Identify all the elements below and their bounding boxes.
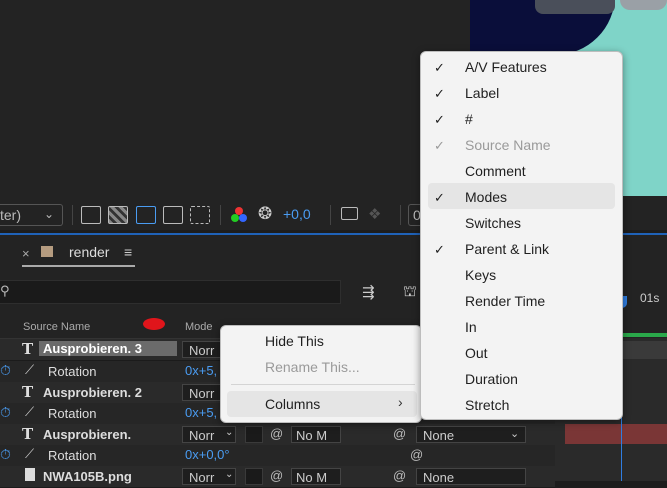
menu-item-columns-highlight — [227, 391, 417, 417]
toolbar-divider — [220, 205, 221, 225]
tab-close-button[interactable]: × — [22, 246, 30, 261]
red-annotation-mark — [143, 318, 165, 330]
comp-color-swatch — [41, 246, 53, 257]
spiral-icon: @ — [410, 447, 424, 462]
property-name: Rotation — [48, 406, 97, 421]
chevron-right-icon: › — [398, 394, 403, 410]
checkmark-icon: ✓ — [434, 242, 445, 257]
ruler-time-label: 01s — [640, 291, 660, 305]
spiral-icon: @ — [270, 426, 284, 441]
checkmark-icon: ✓ — [434, 112, 445, 127]
active-tab-underline — [22, 265, 135, 267]
submenu-item-a-v-features[interactable]: A/V Features — [465, 59, 547, 75]
checkmark-icon: ✓ — [434, 86, 445, 101]
submenu-item-number[interactable]: # — [465, 111, 473, 127]
region-of-interest-icon[interactable] — [163, 206, 183, 224]
property-name: Rotation — [48, 364, 97, 379]
preserve-transparency-checkbox[interactable] — [245, 468, 263, 485]
tab-render[interactable]: render — [69, 244, 109, 260]
submenu-item-render-time[interactable]: Render Time — [465, 293, 545, 309]
submenu-item-keys[interactable]: Keys — [465, 267, 496, 283]
rotation-value[interactable]: 0x+5, — [185, 405, 217, 420]
camera-snapshot-icon[interactable] — [341, 207, 358, 220]
column-header-source-name[interactable]: Source Name — [23, 321, 90, 333]
fast-preview-icon[interactable] — [81, 206, 101, 224]
draft-3d-icon[interactable]: ⛫ — [403, 283, 417, 302]
rotation-value[interactable]: 0x+5, — [185, 363, 217, 378]
submenu-hover-highlight — [428, 183, 615, 209]
layer-row[interactable]: T Ausprobieren. Norr ⌄ @ No M @ None ⌄ — [0, 424, 555, 446]
mask-path-icon[interactable] — [136, 206, 156, 224]
layer-name[interactable]: Ausprobieren. 3 — [39, 341, 177, 356]
color-management-icon[interactable]: ❂ — [258, 204, 272, 224]
chevron-down-icon: ⌄ — [510, 428, 520, 440]
track-matte-dropdown[interactable]: No M — [291, 426, 341, 443]
grid-guides-icon[interactable] — [190, 206, 210, 224]
tab-menu-icon[interactable]: ≡ — [124, 244, 132, 260]
menu-item-rename-this: Rename This... — [265, 359, 360, 375]
image-file-icon — [25, 468, 35, 481]
submenu-item-parent-link[interactable]: Parent & Link — [465, 241, 549, 257]
chevron-down-icon: ⌄ — [44, 207, 55, 221]
transparency-grid-icon[interactable] — [108, 206, 128, 224]
checkmark-icon: ✓ — [434, 190, 445, 205]
submenu-item-duration[interactable]: Duration — [465, 371, 518, 387]
menu-separator — [231, 384, 415, 385]
parent-pickwhip-icon[interactable]: @ — [393, 426, 406, 441]
submenu-item-comment[interactable]: Comment — [465, 163, 526, 179]
stopwatch-icon[interactable]: ⏱ — [0, 362, 11, 379]
property-row[interactable]: ⏱ ⟋ Rotation 0x+0,0° @ — [0, 445, 555, 467]
text-layer-icon: T — [22, 340, 34, 358]
submenu-item-out[interactable]: Out — [465, 345, 488, 361]
channels-icon[interactable] — [231, 207, 247, 223]
submenu-item-source-name: Source Name — [465, 137, 551, 153]
submenu-item-switches[interactable]: Switches — [465, 215, 521, 231]
graph-icon[interactable]: ⟋ — [25, 446, 34, 462]
graph-icon[interactable]: ⟋ — [25, 362, 34, 378]
show-snapshot-icon[interactable]: ❖ — [368, 205, 381, 223]
checkmark-icon: ✓ — [434, 138, 445, 153]
rotation-value[interactable]: 0x+0,0° — [185, 447, 230, 462]
layer-row[interactable]: NWA105B.png Norr ⌄ @ No M @ None — [0, 466, 555, 488]
toolbar-divider — [400, 205, 401, 225]
resolution-label: ter) — [0, 207, 21, 223]
search-icon: ⚲ — [0, 283, 10, 298]
toolbar-divider — [330, 205, 331, 225]
stopwatch-icon[interactable]: ⏱ — [0, 404, 11, 421]
text-layer-icon: T — [22, 383, 34, 401]
preview-vehicle-shape — [535, 0, 615, 14]
columns-submenu — [420, 51, 623, 420]
toolbar-divider — [72, 205, 73, 225]
stopwatch-icon[interactable]: ⏱ — [0, 446, 11, 463]
preview-vehicle-wheel — [620, 0, 667, 10]
menu-item-columns[interactable]: Columns — [265, 396, 320, 412]
column-header-mode[interactable]: Mode — [185, 321, 213, 333]
parent-dropdown[interactable]: None — [416, 468, 526, 485]
search-input[interactable] — [0, 280, 341, 304]
comp-flowchart-icon[interactable]: ⇶ — [362, 283, 375, 301]
submenu-item-label[interactable]: Label — [465, 85, 499, 101]
chevron-down-icon: ⌄ — [225, 427, 234, 438]
layer-duration-bar[interactable] — [565, 424, 667, 444]
property-name: Rotation — [48, 448, 97, 463]
submenu-item-in[interactable]: In — [465, 319, 477, 335]
track-matte-dropdown[interactable]: No M — [291, 468, 341, 485]
submenu-item-modes[interactable]: Modes — [465, 189, 507, 205]
checkmark-icon: ✓ — [434, 60, 445, 75]
submenu-item-stretch[interactable]: Stretch — [465, 397, 509, 413]
menu-item-hide-this[interactable]: Hide This — [265, 333, 324, 349]
exposure-value[interactable]: +0,0 — [283, 206, 311, 222]
text-layer-icon: T — [22, 425, 34, 443]
layer-name[interactable]: Ausprobieren. — [43, 427, 131, 442]
chevron-down-icon: ⌄ — [225, 469, 234, 480]
preserve-transparency-checkbox[interactable] — [245, 426, 263, 443]
layer-name[interactable]: Ausprobieren. 2 — [43, 385, 142, 400]
graph-icon[interactable]: ⟋ — [25, 404, 34, 420]
layer-name[interactable]: NWA105B.png — [43, 469, 132, 484]
resolution-dropdown[interactable]: ter) ⌄ — [0, 204, 63, 226]
